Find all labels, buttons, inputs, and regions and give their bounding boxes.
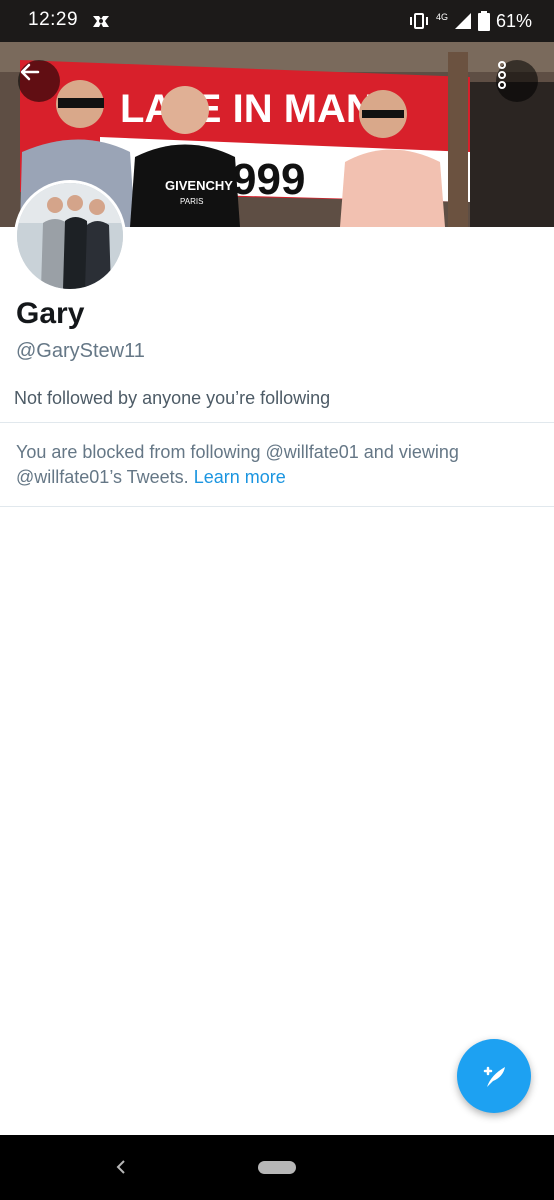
arrow-left-icon — [20, 63, 40, 81]
more-vertical-icon — [498, 61, 506, 89]
home-pill-button[interactable] — [258, 1161, 296, 1174]
followers-you-know-note: Not followed by anyone you’re following — [14, 388, 331, 408]
shirt-text: GIVENCHY — [165, 178, 233, 193]
flag-text: LATE IN MAN — [120, 87, 375, 131]
back-button[interactable] — [18, 60, 60, 102]
blocked-notice: You are blocked from following @willfate… — [16, 440, 536, 490]
compose-tweet-button[interactable] — [457, 1039, 531, 1113]
compose-tweet-icon — [483, 1066, 505, 1087]
signal-icon — [454, 13, 471, 29]
divider — [0, 422, 554, 423]
network-type: 4G — [435, 11, 448, 22]
profile-display-name: Gary — [16, 297, 85, 330]
flag-number: 999 — [232, 155, 305, 204]
profile-avatar[interactable] — [14, 180, 126, 292]
status-bar: 12:29 4G 61% — [0, 0, 554, 42]
profile-handle: @GaryStew11 — [16, 340, 145, 362]
battery-icon — [477, 11, 490, 31]
learn-more-link[interactable]: Learn more — [194, 467, 286, 487]
chevron-left-icon[interactable] — [112, 1157, 132, 1177]
battery-percent: 61% — [495, 10, 532, 31]
app-notification-icon — [93, 16, 109, 27]
divider — [0, 506, 554, 507]
more-options-button[interactable] — [496, 60, 538, 102]
status-time: 12:29 — [28, 9, 79, 30]
vibrate-icon — [409, 13, 428, 29]
avatar-photo — [17, 183, 123, 289]
system-navigation-bar — [0, 1135, 554, 1200]
shirt-subtext: PARIS — [180, 197, 203, 206]
status-icons: 4G 61% — [408, 8, 532, 34]
